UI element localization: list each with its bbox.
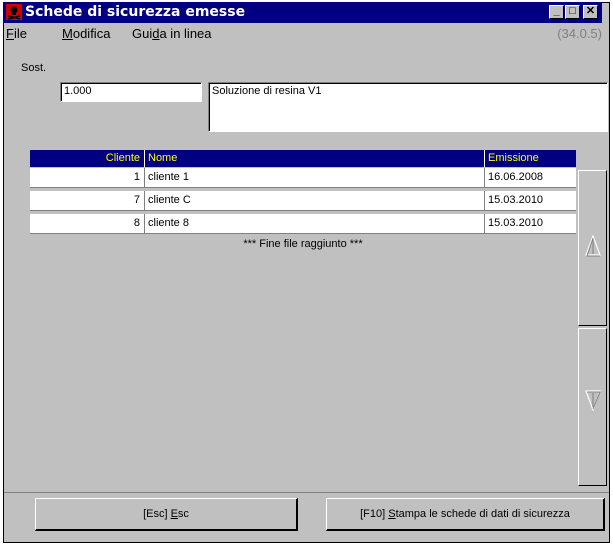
button-bar-divider xyxy=(4,492,609,493)
minimize-icon: _ xyxy=(553,5,560,17)
col-header-cliente[interactable]: Cliente xyxy=(30,150,145,167)
menu-modifica[interactable]: Modifica xyxy=(62,26,110,42)
cell-nome: cliente 1 xyxy=(145,168,485,187)
cell-emissione: 15.03.2010 xyxy=(488,217,544,229)
description-field[interactable]: Soluzione di resina V1 xyxy=(208,82,608,132)
table-header: Cliente Nome Emissione xyxy=(30,150,576,167)
scroll-down-icon xyxy=(585,390,601,411)
cell-cliente: 8 xyxy=(30,214,145,233)
print-button-mnemonic: S xyxy=(388,508,396,520)
close-button[interactable]: ✕ xyxy=(583,5,598,19)
minimize-button[interactable]: _ xyxy=(549,5,564,19)
col-header-nome[interactable]: Nome xyxy=(145,150,485,167)
menu-guida-label-a: Gui xyxy=(132,26,153,41)
version-label: (34.0.5) xyxy=(557,26,602,41)
scroll-up-icon xyxy=(585,235,601,257)
table-row[interactable]: 8 cliente 8 15.03.2010 xyxy=(30,214,576,234)
app-icon xyxy=(6,4,22,20)
menu-file-mnemonic: F xyxy=(6,26,14,41)
table-row[interactable]: 7 cliente C 15.03.2010 xyxy=(30,191,576,211)
menu-guida-label-b: a in linea xyxy=(159,26,212,41)
results-table: Cliente Nome Emissione 1 cliente 1 16.06… xyxy=(30,150,579,487)
esc-button-mnemonic: E xyxy=(170,508,178,520)
print-safety-sheets-button[interactable]: [F10] Stampa le schede di dati di sicure… xyxy=(326,498,605,531)
maximize-icon: □ xyxy=(569,5,576,17)
scroll-up-button[interactable] xyxy=(578,170,607,326)
cell-cliente: 1 xyxy=(30,168,145,187)
sost-input[interactable]: 1.000 xyxy=(60,82,202,102)
esc-button-key: [Esc] xyxy=(143,508,171,520)
menu-modifica-label: odifica xyxy=(72,26,111,41)
print-button-key: [F10] xyxy=(360,508,389,520)
menu-file[interactable]: File xyxy=(6,26,27,42)
table-row[interactable]: 1 cliente 1 16.06.2008 xyxy=(30,168,576,188)
cell-cliente: 7 xyxy=(30,191,145,210)
title-bar: Schede di sicurezza emesse _ □ ✕ xyxy=(3,2,602,23)
maximize-button[interactable]: □ xyxy=(565,5,580,19)
close-icon: ✕ xyxy=(585,5,596,17)
cell-nome: cliente 8 xyxy=(145,214,485,233)
menu-guida[interactable]: Guida in linea xyxy=(132,26,212,42)
scroll-buttons xyxy=(578,150,608,488)
col-header-emissione[interactable]: Emissione xyxy=(485,150,576,167)
cell-emissione: 15.03.2010 xyxy=(488,194,544,206)
menu-file-label: ile xyxy=(13,26,27,41)
print-button-label: tampa le schede di dati di sicurezza xyxy=(395,508,570,520)
menu-modifica-mnemonic: M xyxy=(62,26,73,41)
eof-message: *** Fine file raggiunto *** xyxy=(243,238,363,250)
window-title: Schede di sicurezza emesse xyxy=(25,4,246,20)
cell-emissione: 16.06.2008 xyxy=(488,171,544,183)
esc-button-label: sc xyxy=(177,508,189,520)
cell-nome: cliente C xyxy=(145,191,485,210)
scroll-down-button[interactable] xyxy=(578,328,607,486)
menu-bar: File Modifica Guida in linea (34.0.5) xyxy=(6,25,604,43)
esc-button[interactable]: [Esc] Esc xyxy=(35,498,298,531)
sost-label: Sost. xyxy=(21,62,47,74)
